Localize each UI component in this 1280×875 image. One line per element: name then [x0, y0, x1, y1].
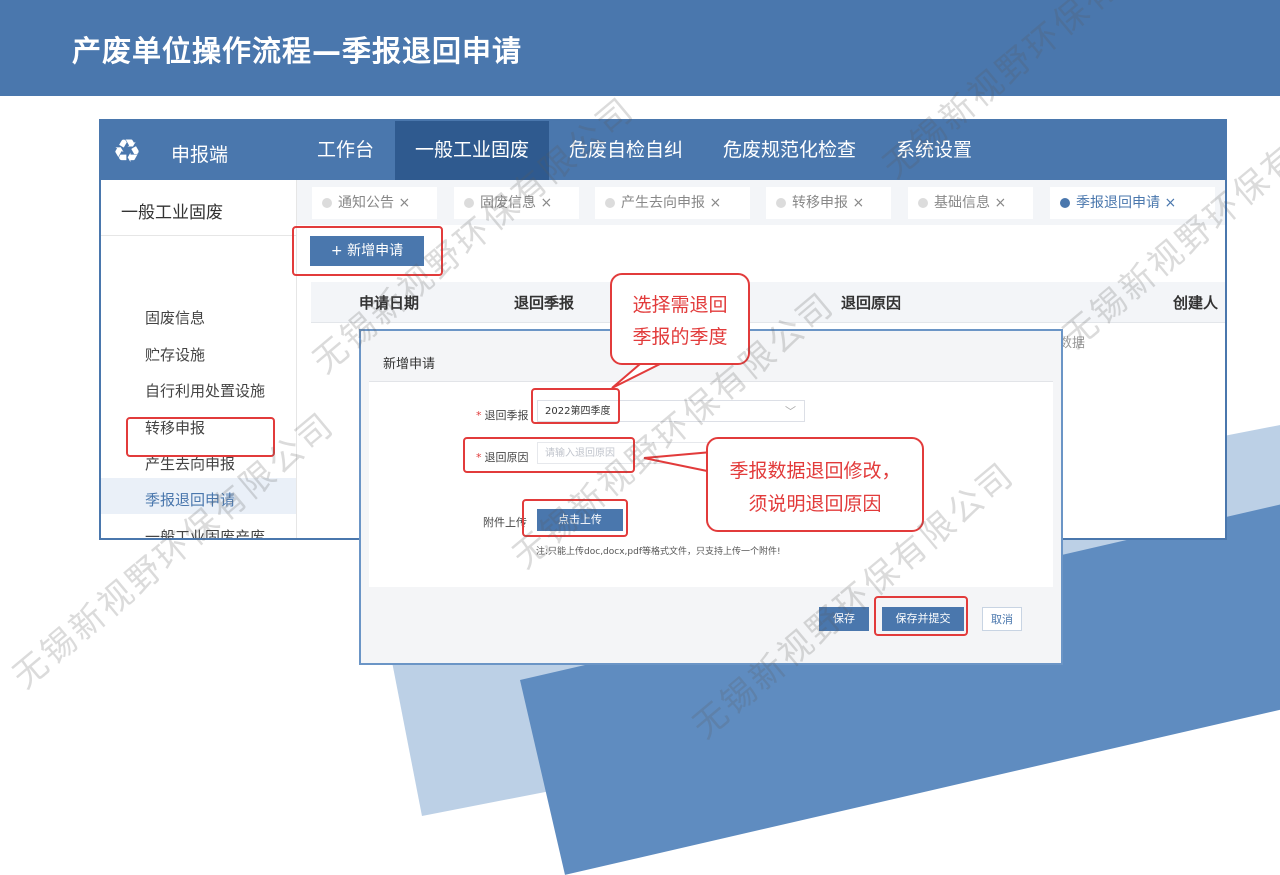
- callout-line: 季报数据退回修改，: [729, 460, 901, 482]
- callout-reason: 季报数据退回修改， 须说明退回原因: [706, 437, 924, 532]
- callout-line: 选择需退回: [632, 294, 728, 316]
- callout-line: 须说明退回原因: [748, 493, 882, 515]
- callout-line: 季报的季度: [632, 326, 728, 348]
- callout-pointer-quarter: [611, 363, 661, 389]
- callout-pointer-reason: [643, 450, 713, 474]
- callout-select-quarter: 选择需退回 季报的季度: [610, 273, 750, 365]
